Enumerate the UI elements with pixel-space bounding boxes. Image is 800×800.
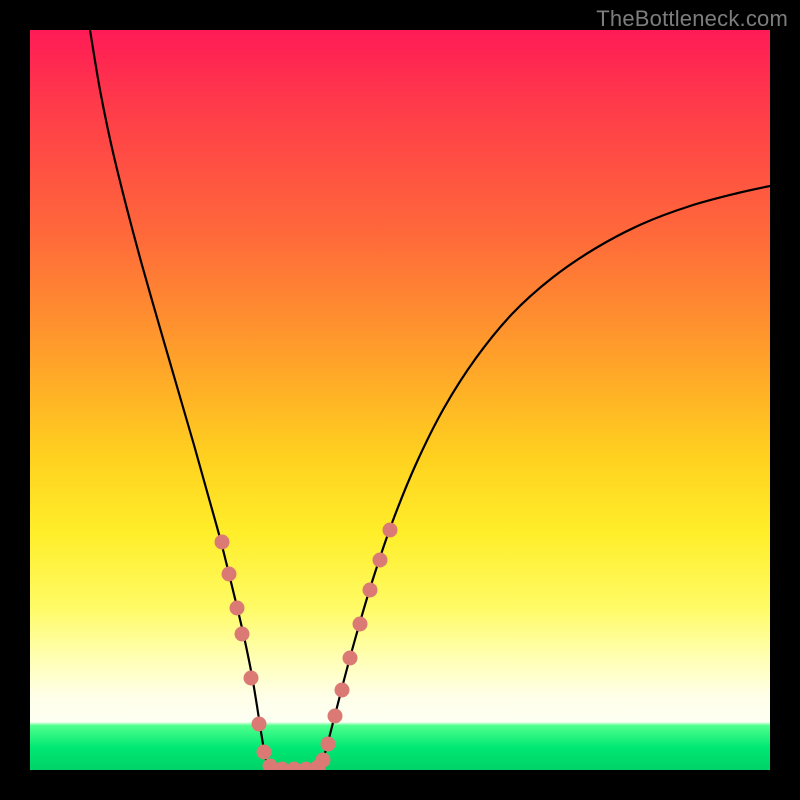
curve-right-arm: [320, 186, 770, 768]
marker-dot: [316, 753, 331, 768]
marker-dot: [353, 617, 368, 632]
marker-dot: [383, 523, 398, 538]
marker-dot: [252, 717, 267, 732]
plot-area: [30, 30, 770, 770]
outer-black-frame: TheBottleneck.com: [0, 0, 800, 800]
marker-dot: [244, 671, 259, 686]
curve-layer: [30, 30, 770, 770]
marker-dot: [321, 737, 336, 752]
marker-dot: [230, 601, 245, 616]
marker-dot: [235, 627, 250, 642]
marker-dot: [215, 535, 230, 550]
marker-dot: [328, 709, 343, 724]
marker-dot: [335, 683, 350, 698]
marker-dot: [343, 651, 358, 666]
marker-dot: [373, 553, 388, 568]
curve-left-arm: [90, 30, 270, 768]
watermark-text: TheBottleneck.com: [596, 6, 788, 32]
marker-dot: [257, 745, 272, 760]
marker-dot: [363, 583, 378, 598]
marker-dot: [222, 567, 237, 582]
